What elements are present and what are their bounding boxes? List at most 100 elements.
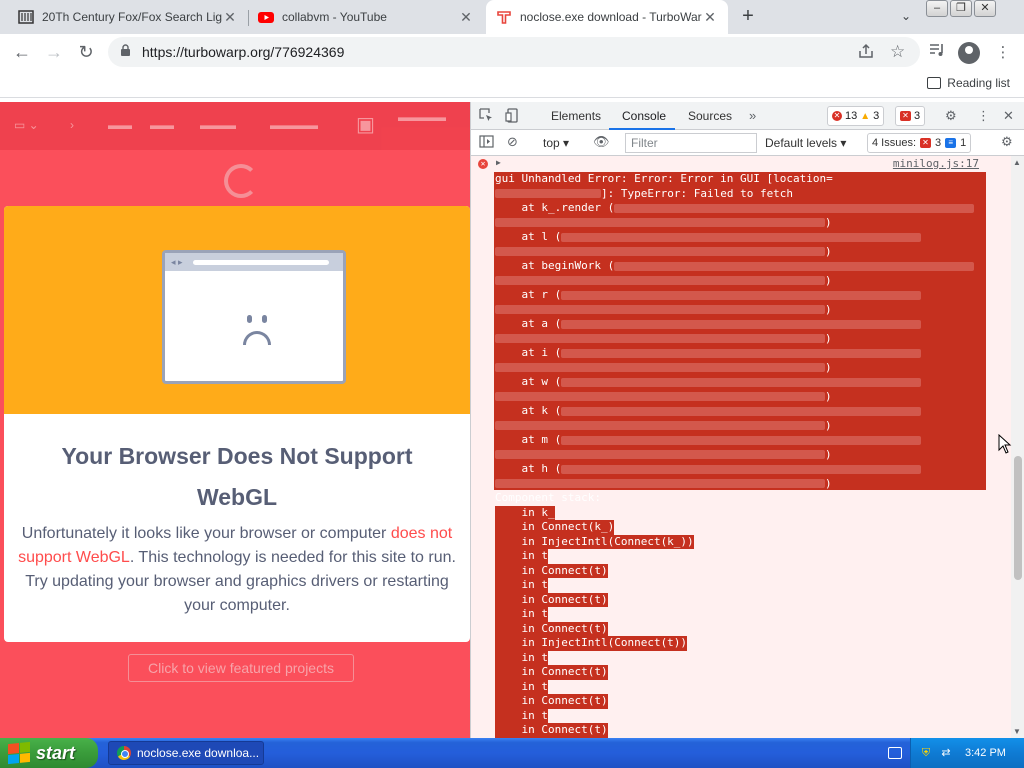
back-arrow-icon[interactable]: ← — [10, 40, 34, 64]
redacted-url — [495, 305, 825, 314]
redacted-url — [495, 247, 825, 256]
device-toolbar-icon[interactable] — [505, 108, 520, 126]
component-stack-line: in InjectIntl(Connect(t)) — [495, 636, 688, 651]
tab-close-icon[interactable]: ✕ — [222, 9, 238, 26]
forward-arrow-icon[interactable]: → — [42, 40, 66, 64]
component-stack-line: in InjectIntl(Connect(k_)) — [495, 534, 694, 549]
browser-toolbar: ← → ↻ https://turbowarp.org/776924369 ☆ … — [0, 34, 1024, 70]
redacted-url — [614, 261, 975, 271]
live-expression-eye-icon[interactable]: 👁 — [593, 134, 610, 150]
console-line-tail: ) — [825, 418, 832, 432]
illustration-nav-icon: ◂ ▸ — [171, 256, 183, 267]
console-line-tail: ) — [825, 389, 832, 403]
context-selector[interactable]: top ▾ — [543, 136, 569, 150]
expand-arrow-icon[interactable]: ▶ — [496, 158, 501, 167]
console-settings-gear-icon[interactable]: ⚙ — [1001, 134, 1013, 150]
issues-info-icon: ≡ — [945, 138, 957, 148]
tab-close-icon[interactable]: ✕ — [702, 9, 718, 26]
component-stack-line: in k_ — [495, 505, 555, 520]
redacted-url — [495, 218, 825, 227]
console-counts-badge[interactable]: ✕ 13 ▲ 3 — [827, 106, 885, 126]
stack-frame-line: at i ( — [495, 346, 922, 361]
redacted-url — [495, 189, 601, 198]
taskbar-chrome-window[interactable]: noclose.exe downloa... — [108, 741, 264, 765]
console-line-tail: ) — [825, 302, 832, 316]
scroll-up-arrow-icon[interactable]: ▲ — [1013, 158, 1021, 167]
tab-youtube[interactable]: collabvm - YouTube ✕ — [248, 0, 484, 34]
close-window-button[interactable]: ✕ — [974, 0, 996, 17]
menu-bar-dimmed: ▭ ⌄ › ▬▬ ▬▬ ▬▬▬ ▬▬▬▬ ▣ ▬▬▬▬ — [0, 102, 470, 150]
issue-badge-count: 3 — [914, 110, 921, 122]
address-bar[interactable]: https://turbowarp.org/776924369 — [108, 37, 920, 67]
inspect-element-icon[interactable] — [479, 108, 494, 126]
menu-ghost-item: ▬▬ — [150, 118, 174, 132]
flag-quadrant — [19, 741, 30, 753]
stack-frame-url-line: ) — [495, 303, 832, 318]
component-stack-line: in Connect(t) — [495, 665, 608, 680]
modal-text: Unfortunately it looks like your browser… — [12, 522, 462, 618]
reload-icon[interactable]: ↻ — [74, 40, 98, 64]
chrome-icon — [117, 746, 131, 760]
lock-icon — [120, 44, 134, 60]
stack-frame-line: at a ( — [495, 317, 922, 332]
share-icon[interactable] — [858, 43, 874, 63]
stack-frame-url-line: ) — [495, 361, 832, 376]
sidebar-toggle-icon[interactable] — [479, 135, 494, 151]
log-levels-dropdown[interactable]: Default levels ▾ — [765, 136, 846, 150]
screen: 20Th Century Fox/Fox Search Light ✕ coll… — [0, 0, 1024, 768]
restore-button[interactable]: ❐ — [950, 0, 972, 17]
console-line-tail: ) — [825, 331, 832, 345]
youtube-favicon-icon — [258, 9, 274, 25]
console-filter-input[interactable]: Filter — [625, 133, 757, 153]
stack-frame-line: at h ( — [495, 462, 922, 477]
window-controls: – ❐ ✕ — [926, 0, 996, 18]
new-tab-button[interactable]: + — [736, 4, 760, 28]
issues-error-icon: ✕ — [920, 138, 932, 148]
scroll-down-arrow-icon[interactable]: ▼ — [1013, 727, 1021, 736]
reading-list-icon — [927, 77, 942, 89]
tab-console[interactable]: Console — [622, 109, 666, 123]
console-scrollbar[interactable]: ▲ ▼ — [1011, 156, 1024, 738]
flag-quadrant — [8, 753, 19, 765]
modal-illustration-area: ◂ ▸ — [4, 206, 470, 414]
modal-body: Your Browser Does Not Support WebGL Unfo… — [4, 414, 470, 618]
redacted-url — [614, 203, 975, 213]
scroll-thumb[interactable] — [1014, 456, 1022, 580]
issues-badge[interactable]: ✕ 3 — [895, 106, 926, 126]
console-line-tail: ) — [825, 360, 832, 374]
featured-projects-button[interactable]: Click to view featured projects — [128, 654, 354, 682]
settings-gear-icon[interactable]: ⚙ — [945, 108, 957, 124]
browser-menu-icon[interactable]: ⋮ — [992, 42, 1014, 64]
more-tabs-chevron-icon[interactable]: » — [749, 108, 756, 123]
sad-face-eye — [247, 315, 252, 323]
menu-ghost-arrow: › — [70, 118, 74, 132]
tab-fox[interactable]: 20Th Century Fox/Fox Search Light ✕ — [8, 0, 248, 34]
menu-ghost-avatar: ▣ — [356, 114, 375, 136]
tab-close-icon[interactable]: ✕ — [458, 9, 474, 26]
issues-counter[interactable]: 4 Issues: ✕ 3 ≡ 1 — [867, 133, 972, 153]
close-devtools-icon[interactable]: ✕ — [1003, 108, 1014, 124]
tab-elements[interactable]: Elements — [551, 109, 601, 123]
start-button[interactable]: start — [0, 738, 98, 768]
tab-strip: 20Th Century Fox/Fox Search Light ✕ coll… — [0, 0, 1024, 34]
tab-search-chevron-icon[interactable]: ⌄ — [896, 6, 916, 26]
component-stack-line: in Connect(t) — [495, 723, 608, 738]
reading-list-button[interactable]: Reading list — [927, 76, 1010, 90]
clear-console-icon[interactable]: ⊘ — [507, 134, 518, 150]
devtools-menu-icon[interactable]: ⋮ — [977, 108, 990, 124]
console-source-link[interactable]: minilog.js:17 — [893, 157, 979, 170]
component-stack-line: in t — [495, 549, 548, 564]
redacted-url — [561, 464, 922, 474]
tab-turbowarp[interactable]: noclose.exe download - TurboWarp ✕ — [486, 0, 728, 34]
profile-avatar-icon[interactable] — [958, 42, 980, 64]
bookmark-star-icon[interactable]: ☆ — [890, 42, 905, 62]
tab-sources[interactable]: Sources — [688, 109, 732, 123]
network-icon[interactable]: ⇄ — [939, 746, 953, 760]
component-stack-line: in t — [495, 679, 548, 694]
minimize-button[interactable]: – — [926, 0, 948, 17]
media-control-icon[interactable] — [926, 42, 948, 64]
security-shield-icon[interactable]: ⛨ — [919, 746, 933, 760]
error-icon: ✕ — [832, 111, 842, 121]
sad-browser-illustration: ◂ ▸ — [162, 250, 346, 384]
keyboard-icon[interactable] — [888, 747, 902, 759]
